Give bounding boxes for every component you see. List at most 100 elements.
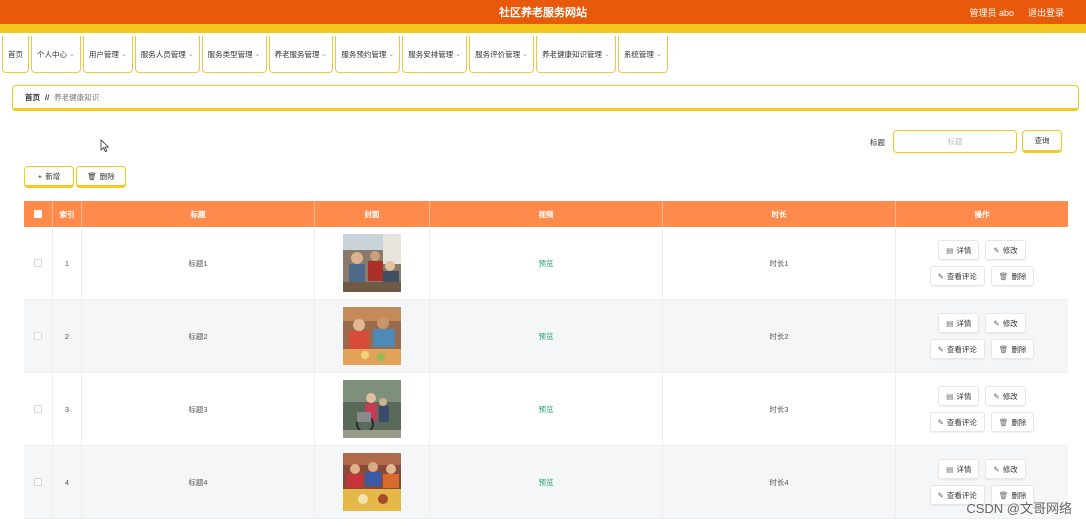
- row-title: 标题2: [82, 300, 315, 372]
- trash-icon: 🗑: [998, 271, 1009, 281]
- detail-button[interactable]: ▤ 详情: [938, 459, 980, 479]
- edit-button[interactable]: ✎ 修改: [985, 459, 1026, 479]
- row-index: 4: [53, 446, 82, 518]
- detail-button-label: 详情: [956, 464, 972, 474]
- nav-label: 服务预约管理: [341, 49, 387, 59]
- nav-item-schedule-management[interactable]: 服务安排管理 ⌄: [402, 36, 468, 73]
- chevron-down-icon: ⌄: [655, 51, 662, 58]
- edit-button[interactable]: ✎ 修改: [985, 313, 1026, 333]
- chevron-down-icon: ⌄: [69, 51, 75, 58]
- row-select-cell: [24, 373, 53, 445]
- row-cover-cell: [315, 300, 430, 372]
- row-video-cell: 预览: [430, 300, 663, 372]
- video-preview-link[interactable]: 预览: [539, 331, 554, 342]
- trash-icon: 🗑: [998, 417, 1009, 427]
- breadcrumb-current: 养老健康知识: [54, 92, 100, 102]
- row-checkbox[interactable]: [34, 405, 42, 413]
- row-actions-cell: ▤ 详情 ✎ 修改 ✎ 查看评论 🗑 删除: [896, 373, 1068, 445]
- row-title: 标题3: [82, 373, 315, 445]
- main-nav: 首页 个人中心 ⌄ 用户管理 ⌄ 服务人员管理 ⌄ 服务类型管理 ⌄ 养老服务管理 ⌄ 服…: [2, 36, 668, 73]
- chevron-down-icon: ⌄: [187, 51, 194, 58]
- video-preview-link[interactable]: 预览: [539, 258, 554, 269]
- edit-button[interactable]: ✎ 修改: [985, 240, 1026, 260]
- detail-button[interactable]: ▤ 详情: [938, 240, 980, 260]
- row-delete-button[interactable]: 🗑 删除: [990, 412, 1035, 432]
- view-comments-button[interactable]: ✎ 查看评论: [929, 266, 985, 286]
- pencil-icon: ✎: [993, 318, 1000, 328]
- view-comments-button[interactable]: ✎ 查看评论: [929, 412, 985, 432]
- search-title-label: 标题: [870, 138, 885, 147]
- view-comments-button-label: 查看评论: [946, 344, 977, 354]
- document-icon: ▤: [946, 245, 954, 255]
- nav-label: 养老健康知识管理: [542, 49, 602, 59]
- row-cover-cell: [315, 373, 430, 445]
- video-preview-link[interactable]: 预览: [539, 477, 554, 488]
- row-title: 标题1: [82, 227, 315, 299]
- plus-icon: +: [37, 171, 43, 181]
- chevron-down-icon: ⌄: [254, 51, 261, 58]
- row-actions-cell: ▤ 详情 ✎ 修改 ✎ 查看评论 🗑 删除: [896, 227, 1068, 299]
- chevron-down-icon: ⌄: [455, 51, 462, 58]
- logout-link[interactable]: 退出登录: [1028, 6, 1064, 19]
- chevron-down-icon: ⌄: [321, 51, 328, 58]
- chevron-down-icon: ⌄: [388, 51, 395, 58]
- row-video-cell: 预览: [430, 227, 663, 299]
- row-index: 3: [53, 373, 82, 445]
- nav-label: 首页: [8, 49, 23, 59]
- breadcrumb-separator: //: [45, 92, 50, 102]
- nav-item-home[interactable]: 首页: [2, 36, 29, 73]
- edit-button-label: 修改: [1002, 245, 1018, 255]
- nav-item-personal-center[interactable]: 个人中心 ⌄: [31, 36, 81, 73]
- row-checkbox[interactable]: [34, 332, 42, 340]
- health-knowledge-table: 索引 标题 封面 视频 时长 操作 1 标题1 预览 时长1 ▤ 详情 ✎ 修改…: [24, 201, 1068, 519]
- csdn-watermark: CSDN @文哥网络: [966, 501, 1072, 516]
- nav-item-health-knowledge-management[interactable]: 养老健康知识管理 ⌄: [536, 36, 616, 73]
- bulk-delete-button[interactable]: 🗑 删除: [76, 166, 126, 188]
- row-delete-button[interactable]: 🗑 删除: [990, 339, 1035, 359]
- detail-button[interactable]: ▤ 详情: [938, 313, 980, 333]
- row-duration: 时长1: [663, 227, 896, 299]
- column-header-actions: 操作: [974, 209, 990, 219]
- breadcrumb-home[interactable]: 首页: [25, 92, 40, 103]
- pencil-icon: ✎: [993, 391, 1000, 401]
- nav-label: 养老服务管理: [274, 49, 320, 59]
- document-icon: ▤: [946, 391, 954, 401]
- mouse-cursor-icon: [100, 139, 110, 153]
- row-index: 2: [53, 300, 82, 372]
- add-button[interactable]: + 新增: [24, 166, 74, 188]
- chevron-down-icon: ⌄: [522, 51, 528, 58]
- chevron-down-icon: ⌄: [604, 51, 610, 58]
- pencil-icon: ✎: [993, 245, 1000, 255]
- row-select-cell: [24, 446, 53, 518]
- header-select-all-cell: [24, 201, 53, 227]
- video-preview-link[interactable]: 预览: [539, 404, 554, 415]
- view-comments-button[interactable]: ✎ 查看评论: [929, 339, 985, 359]
- row-checkbox[interactable]: [34, 259, 42, 267]
- nav-label: 服务人员管理: [140, 49, 186, 59]
- nav-item-user-management[interactable]: 用户管理 ⌄: [82, 36, 133, 73]
- search-title-input[interactable]: [893, 130, 1017, 153]
- row-checkbox[interactable]: [34, 478, 42, 486]
- column-header-cover: 封面: [315, 201, 430, 227]
- table-header: 索引 标题 封面 视频 时长 操作: [24, 201, 1068, 227]
- detail-button[interactable]: ▤ 详情: [938, 386, 980, 406]
- row-select-cell: [24, 227, 53, 299]
- pencil-icon: ✎: [937, 417, 944, 427]
- admin-user-label: 管理员 abo: [969, 7, 1014, 18]
- nav-item-booking-management[interactable]: 服务预约管理 ⌄: [335, 36, 401, 73]
- table-row: 1 标题1 预览 时长1 ▤ 详情 ✎ 修改 ✎ 查看评论 🗑 删除: [24, 227, 1068, 300]
- edit-button-label: 修改: [1002, 318, 1018, 328]
- nav-item-review-management[interactable]: 服务评价管理 ⌄: [469, 36, 534, 73]
- nav-label: 个人中心: [37, 49, 67, 59]
- nav-item-system-management[interactable]: 系统管理 ⌄: [617, 36, 668, 73]
- search-button[interactable]: 查询: [1022, 130, 1062, 153]
- nav-label: 服务类型管理: [207, 49, 253, 59]
- trash-icon: 🗑: [87, 171, 97, 181]
- nav-item-staff-management[interactable]: 服务人员管理 ⌄: [134, 36, 200, 73]
- row-delete-button[interactable]: 🗑 删除: [990, 266, 1035, 286]
- select-all-checkbox[interactable]: [34, 210, 42, 218]
- site-title: 社区养老服务网站: [499, 7, 587, 19]
- nav-item-elderly-service-management[interactable]: 养老服务管理 ⌄: [268, 36, 334, 73]
- edit-button[interactable]: ✎ 修改: [985, 386, 1026, 406]
- nav-item-service-type-management[interactable]: 服务类型管理 ⌄: [201, 36, 267, 73]
